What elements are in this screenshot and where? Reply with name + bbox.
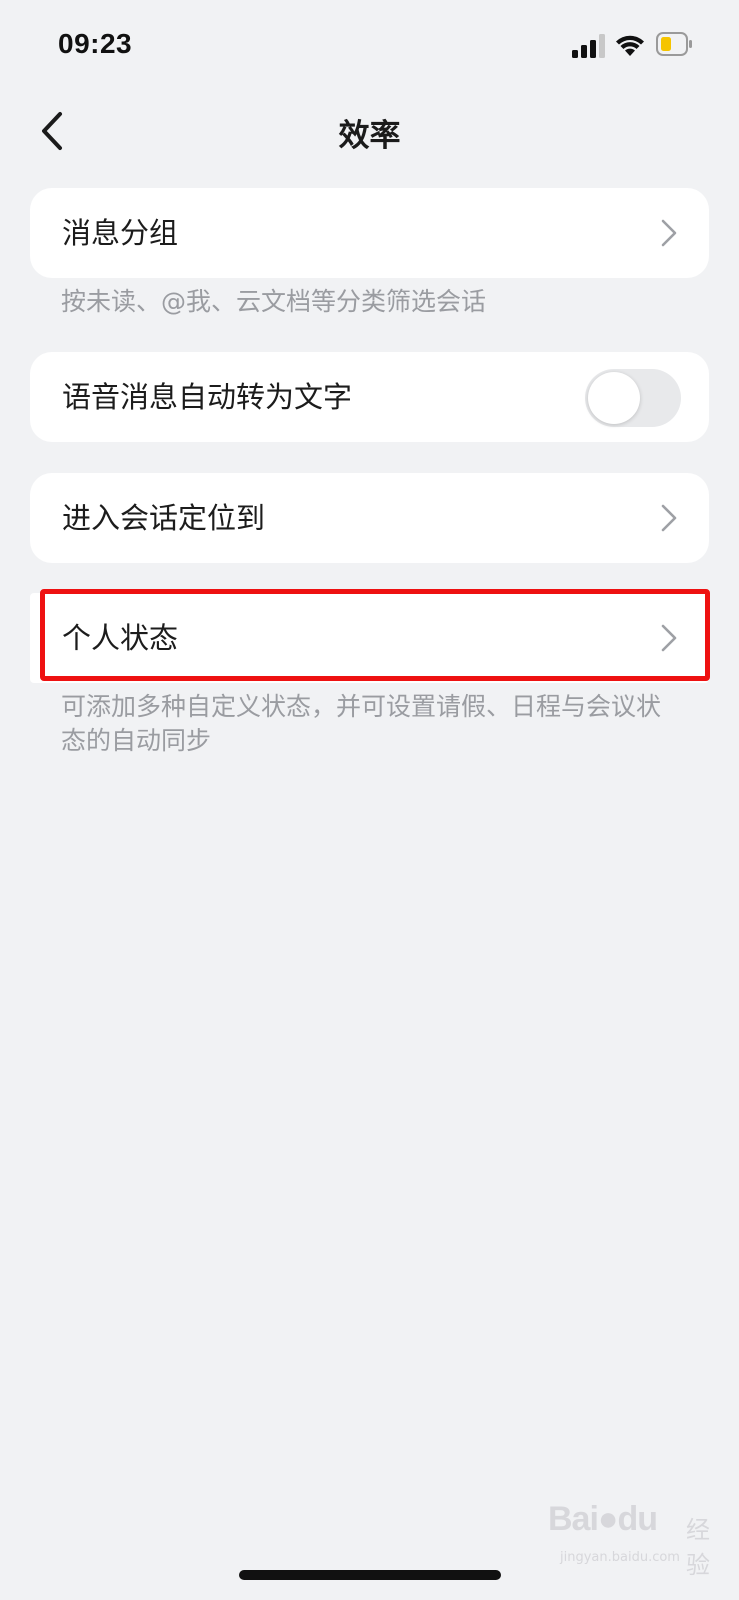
voice-to-text-toggle[interactable] <box>585 369 681 427</box>
page-title: 效率 <box>338 118 401 154</box>
message-groups-row[interactable]: 消息分组 <box>30 188 709 278</box>
battery-icon <box>656 32 692 56</box>
chevron-right-icon <box>661 219 677 247</box>
watermark-brand-bai: Bai <box>548 1500 599 1538</box>
watermark-brand-du: du <box>617 1500 658 1538</box>
personal-status-row[interactable]: 个人状态 <box>30 593 709 683</box>
personal-status-label: 个人状态 <box>62 621 179 655</box>
watermark-product: 经验 <box>686 1516 710 1579</box>
voice-to-text-row: 语音消息自动转为文字 <box>30 352 709 442</box>
personal-status-hint: 可添加多种自定义状态，并可设置请假、日程与会议状态的自动同步 <box>61 692 662 755</box>
watermark-url: jingyan.baidu.com <box>560 1550 680 1565</box>
status-bar: 09:23 <box>0 0 739 92</box>
message-groups-label: 消息分组 <box>62 216 179 250</box>
cellular-signal-icon <box>572 34 605 58</box>
navigation-bar: 效率 <box>0 92 739 172</box>
enter-chat-locate-label: 进入会话定位到 <box>62 501 266 535</box>
status-time: 09:23 <box>58 28 133 59</box>
toggle-knob <box>588 372 640 424</box>
baidu-jingyan-watermark: Bai●du 经验 jingyan.baidu.com <box>548 1498 728 1579</box>
chevron-right-icon <box>661 624 677 652</box>
wifi-icon <box>616 35 644 56</box>
message-groups-hint: 按未读、@我、云文档等分类筛选会话 <box>61 287 487 316</box>
enter-chat-locate-row[interactable]: 进入会话定位到 <box>30 473 709 563</box>
voice-to-text-label: 语音消息自动转为文字 <box>62 380 353 414</box>
chevron-right-icon <box>661 504 677 532</box>
paw-icon: ● <box>597 1500 619 1538</box>
watermark-brand: Bai●du <box>548 1500 658 1539</box>
home-indicator[interactable] <box>239 1570 501 1580</box>
